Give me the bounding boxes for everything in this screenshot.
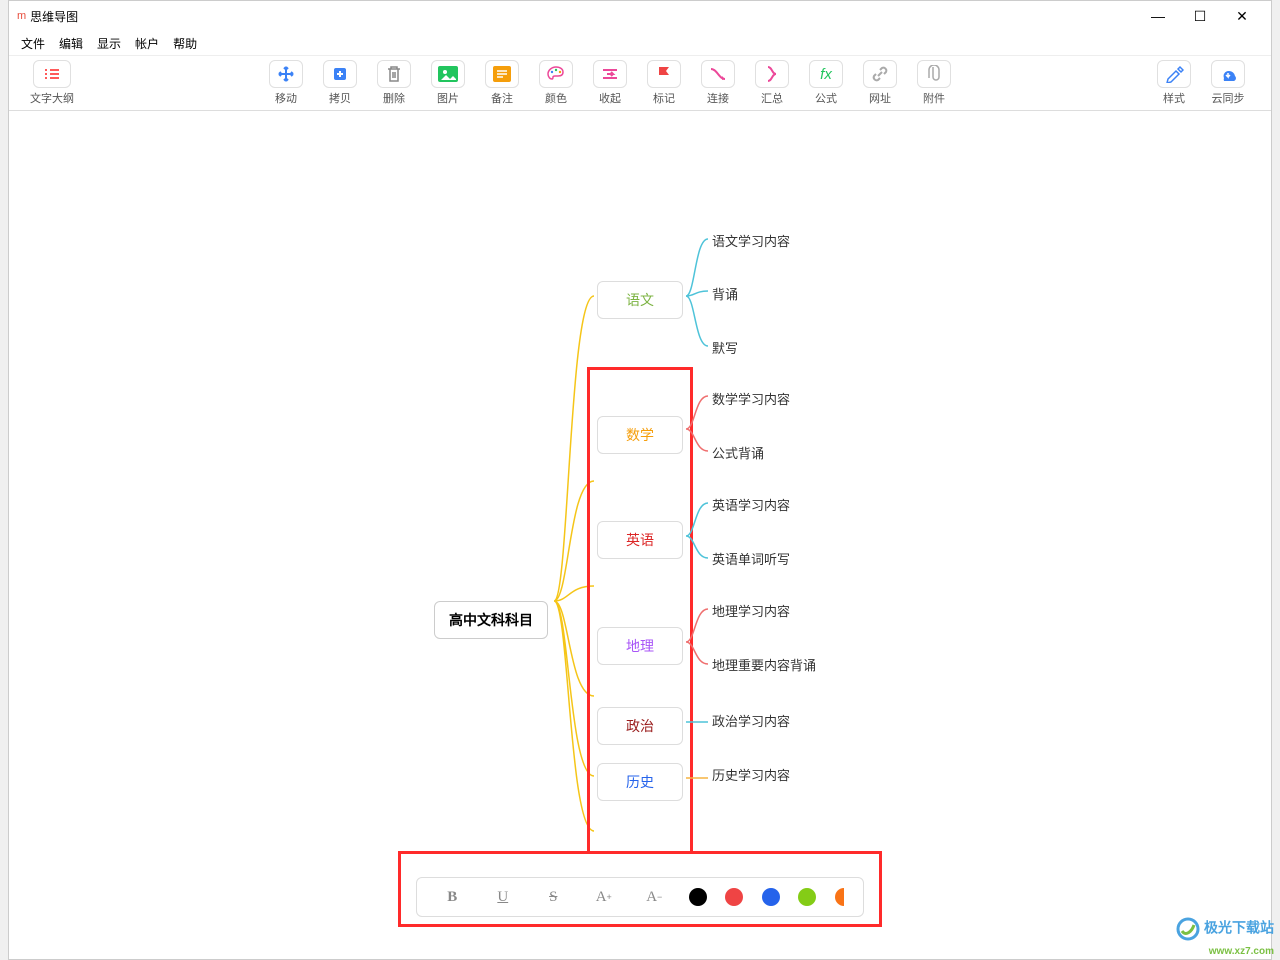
copy-icon [323, 60, 357, 88]
tool-style[interactable]: 样式 [1147, 57, 1201, 109]
leaf-zhengzhi-0[interactable]: 政治学习内容 [712, 711, 790, 730]
node-lishi[interactable]: 历史 [597, 763, 683, 801]
format-font-decrease[interactable]: A− [638, 883, 670, 911]
tool-delete[interactable]: 删除 [367, 57, 421, 109]
tool-copy[interactable]: 拷贝 [313, 57, 367, 109]
app-window: m 思维导图 — ☐ ✕ 文件 编辑 显示 帐户 帮助 文字大纲 移动 拷贝 删… [8, 0, 1272, 960]
color-orange-half[interactable] [835, 888, 844, 906]
bracket-yuwen [683, 231, 713, 361]
collapse-icon [593, 60, 627, 88]
format-underline[interactable]: U [487, 883, 519, 911]
leaf-lishi-0[interactable]: 历史学习内容 [712, 765, 790, 784]
move-icon [269, 60, 303, 88]
tool-color[interactable]: 颜色 [529, 57, 583, 109]
flag-icon [647, 60, 681, 88]
attach-icon [917, 60, 951, 88]
floating-format-toolbar: B U S A+ A− [416, 877, 864, 917]
titlebar: m 思维导图 — ☐ ✕ [9, 1, 1271, 31]
tool-summary[interactable]: 汇总 [745, 57, 799, 109]
root-node[interactable]: 高中文科科目 [434, 601, 548, 639]
close-button[interactable]: ✕ [1221, 2, 1263, 30]
leaf-yuwen-0[interactable]: 语文学习内容 [712, 231, 790, 250]
url-icon [863, 60, 897, 88]
tool-image[interactable]: 图片 [421, 57, 475, 109]
node-dili[interactable]: 地理 [597, 627, 683, 665]
tool-flag[interactable]: 标记 [637, 57, 691, 109]
format-strike[interactable]: S [537, 883, 569, 911]
leaf-yingyu-0[interactable]: 英语学习内容 [712, 495, 790, 514]
tool-attach[interactable]: 附件 [907, 57, 961, 109]
menu-view[interactable]: 显示 [97, 35, 121, 52]
delete-icon [377, 60, 411, 88]
tool-collapse[interactable]: 收起 [583, 57, 637, 109]
watermark: 极光下载站 www.xz7.com [1176, 917, 1274, 958]
maximize-button[interactable]: ☐ [1179, 2, 1221, 30]
tool-connect[interactable]: 连接 [691, 57, 745, 109]
app-logo: m [17, 10, 26, 22]
format-font-increase[interactable]: A+ [588, 883, 620, 911]
color-black[interactable] [689, 888, 707, 906]
menu-file[interactable]: 文件 [21, 35, 45, 52]
note-icon [485, 60, 519, 88]
tool-outline[interactable]: 文字大纲 [25, 57, 79, 109]
outline-icon [33, 60, 71, 88]
leaf-yingyu-1[interactable]: 英语单词听写 [712, 549, 790, 568]
node-yingyu[interactable]: 英语 [597, 521, 683, 559]
menubar: 文件 编辑 显示 帐户 帮助 [9, 31, 1271, 55]
toolbar: 文字大纲 移动 拷贝 删除 图片 备注 颜色 收起 标记 连接 汇总 fx公式 … [9, 55, 1271, 111]
watermark-icon [1176, 917, 1200, 941]
color-green[interactable] [798, 888, 816, 906]
tool-note[interactable]: 备注 [475, 57, 529, 109]
leaf-yuwen-2[interactable]: 默写 [712, 338, 738, 357]
window-title: 思维导图 [30, 8, 1137, 25]
menu-help[interactable]: 帮助 [173, 35, 197, 52]
color-red[interactable] [725, 888, 743, 906]
style-icon [1157, 60, 1191, 88]
tool-sync[interactable]: 云同步 [1201, 57, 1255, 109]
leaf-dili-0[interactable]: 地理学习内容 [712, 601, 790, 620]
minimize-button[interactable]: — [1137, 2, 1179, 30]
color-blue[interactable] [762, 888, 780, 906]
node-shuxue[interactable]: 数学 [597, 416, 683, 454]
tool-url[interactable]: 网址 [853, 57, 907, 109]
format-bold[interactable]: B [436, 883, 468, 911]
leaf-yuwen-1[interactable]: 背诵 [712, 284, 738, 303]
tool-move[interactable]: 移动 [259, 57, 313, 109]
sync-icon [1211, 60, 1245, 88]
leaf-shuxue-1[interactable]: 公式背诵 [712, 443, 764, 462]
node-zhengzhi[interactable]: 政治 [597, 707, 683, 745]
leaf-shuxue-0[interactable]: 数学学习内容 [712, 389, 790, 408]
image-icon [431, 60, 465, 88]
formula-icon: fx [809, 60, 843, 88]
menu-edit[interactable]: 编辑 [59, 35, 83, 52]
leaf-dili-1[interactable]: 地理重要内容背诵 [712, 655, 816, 674]
color-icon [539, 60, 573, 88]
node-yuwen[interactable]: 语文 [597, 281, 683, 319]
mindmap-canvas[interactable]: 高中文科科目 语文 语文学习内容 背诵 默写 数学 数学学习内容 公式背诵 英语… [9, 111, 1271, 959]
connect-icon [701, 60, 735, 88]
tool-formula[interactable]: fx公式 [799, 57, 853, 109]
menu-account[interactable]: 帐户 [135, 35, 159, 52]
summary-icon [755, 60, 789, 88]
